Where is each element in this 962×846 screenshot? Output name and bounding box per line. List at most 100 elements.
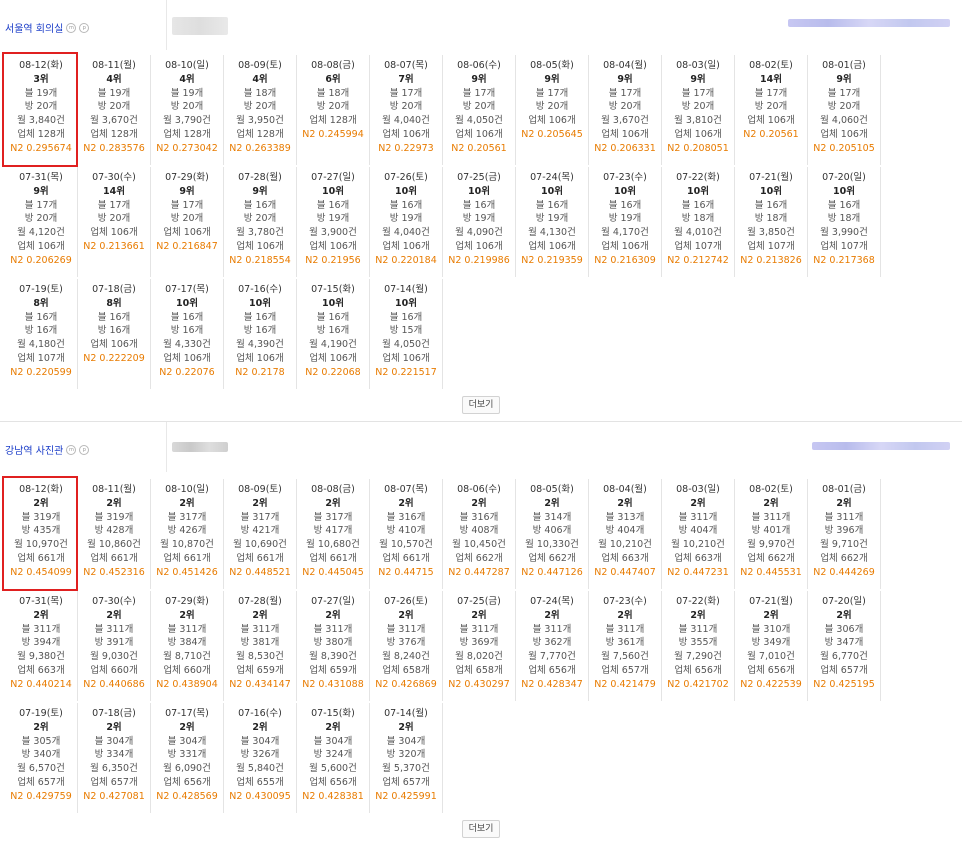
keyword-title[interactable]: 서울역 회의실 m p bbox=[5, 20, 90, 35]
cell-business-count: 업체 658개 bbox=[455, 664, 503, 676]
rank-day-cell[interactable]: 08-05(화) 9위 블 17개 방 20개 업체 106개 N2 0.205645 bbox=[516, 55, 589, 165]
rank-day-cell[interactable]: 08-05(화) 2위 블 314개 방 406개 월 10,330건 업체 662개 N2… bbox=[516, 479, 589, 589]
rank-day-cell[interactable]: 07-29(화) 9위 블 17개 방 20개 업체 106개 N2 0.216847 bbox=[151, 167, 224, 277]
cell-bang-count: 방 421개 bbox=[240, 525, 280, 537]
rank-day-cell[interactable]: 07-28(월) 2위 블 311개 방 381개 월 8,530건 업체 659개 N2 … bbox=[224, 591, 297, 701]
rank-day-cell[interactable]: 07-28(월) 9위 블 16개 방 20개 월 3,780건 업체 106개 N2 0.… bbox=[224, 167, 297, 277]
rank-day-cell[interactable]: 08-09(토) 2위 블 317개 방 421개 월 10,690건 업체 661개 N2… bbox=[224, 479, 297, 589]
rank-day-cell[interactable]: 07-21(월) 10위 블 16개 방 18개 월 3,850건 업체 107개 N2 0… bbox=[735, 167, 808, 277]
rank-day-cell[interactable]: 07-15(화) 10위 블 16개 방 16개 월 4,190건 업체 106개 N2 0… bbox=[297, 279, 370, 389]
cell-blog-count: 블 311개 bbox=[240, 623, 280, 635]
cell-bang-count: 방 20개 bbox=[462, 101, 496, 113]
rank-day-cell[interactable]: 07-24(목) 2위 블 311개 방 362개 월 7,770건 업체 656개 N2 … bbox=[516, 591, 589, 701]
rank-day-cell[interactable]: 08-06(수) 9위 블 17개 방 20개 월 4,050건 업체 106개 N2 0.… bbox=[443, 55, 516, 165]
cell-business-count: 업체 106개 bbox=[601, 240, 649, 252]
rank-day-cell[interactable]: 07-17(목) 2위 블 304개 방 331개 월 6,090건 업체 656개 N2 … bbox=[151, 703, 224, 813]
rank-day-cell[interactable]: 07-21(월) 2위 블 310개 방 349개 월 7,010건 업체 656개 N2 … bbox=[735, 591, 808, 701]
rank-day-cell[interactable]: 07-26(토) 10위 블 16개 방 19개 월 4,040건 업체 106개 N2 0… bbox=[370, 167, 443, 277]
rank-day-cell[interactable]: 08-02(토) 2위 블 311개 방 401개 월 9,970건 업체 662개 N2 … bbox=[735, 479, 808, 589]
cell-date: 07-18(금) bbox=[92, 708, 136, 719]
rank-day-cell[interactable]: 08-07(목) 2위 블 316개 방 410개 월 10,570건 업체 661개 N2… bbox=[370, 479, 443, 589]
cell-date: 08-04(월) bbox=[603, 60, 647, 71]
rank-day-cell[interactable]: 07-31(목) 2위 블 311개 방 394개 월 9,380건 업체 663개 N2 … bbox=[5, 591, 78, 701]
cell-bang-count: 방 16개 bbox=[316, 325, 350, 337]
cell-blog-count: 블 311개 bbox=[386, 623, 426, 635]
rank-day-cell[interactable]: 08-11(월) 4위 블 19개 방 20개 월 3,670건 업체 128개 N2 0.… bbox=[78, 55, 151, 165]
cell-rank: 8위 bbox=[33, 297, 49, 309]
rank-day-cell[interactable]: 08-07(목) 7위 블 17개 방 20개 월 4,040건 업체 106개 N2 0.… bbox=[370, 55, 443, 165]
rank-day-cell[interactable]: 07-25(금) 2위 블 311개 방 369개 월 8,020건 업체 658개 N2 … bbox=[443, 591, 516, 701]
rank-day-cell[interactable]: 08-09(토) 4위 블 18개 방 20개 월 3,950건 업체 128개 N2 0.… bbox=[224, 55, 297, 165]
cell-blog-count: 블 304개 bbox=[313, 735, 353, 747]
rank-day-cell[interactable]: 07-18(금) 2위 블 304개 방 334개 월 6,350건 업체 657개 N2 … bbox=[78, 703, 151, 813]
rank-day-cell[interactable]: 07-22(화) 2위 블 311개 방 355개 월 7,290건 업체 656개 N2 … bbox=[662, 591, 735, 701]
rank-day-cell[interactable]: 07-15(화) 2위 블 304개 방 324개 월 5,600건 업체 656개 N2 … bbox=[297, 703, 370, 813]
cell-rank: 2위 bbox=[763, 497, 779, 509]
rank-day-cell[interactable]: 07-19(토) 2위 블 305개 방 340개 월 6,570건 업체 657개 N2 … bbox=[5, 703, 78, 813]
cell-blog-count: 블 311개 bbox=[824, 511, 864, 523]
rank-day-cell[interactable]: 07-23(수) 10위 블 16개 방 19개 월 4,170건 업체 106개 N2 0… bbox=[589, 167, 662, 277]
rank-day-cell[interactable]: 07-20(일) 2위 블 306개 방 347개 월 6,770건 업체 657개 N2 … bbox=[808, 591, 881, 701]
rank-day-cell[interactable]: 08-12(화) 3위 블 19개 방 20개 월 3,840건 업체 128개 N2 0.… bbox=[2, 52, 78, 167]
rank-day-cell[interactable]: 07-30(수) 14위 블 17개 방 20개 업체 106개 N2 0.213661 bbox=[78, 167, 151, 277]
cell-monthly-search: 업체 106개 bbox=[163, 227, 211, 239]
rank-day-cell[interactable]: 07-29(화) 2위 블 311개 방 384개 월 8,710건 업체 660개 N2 … bbox=[151, 591, 224, 701]
rank-day-cell[interactable]: 07-16(수) 2위 블 304개 방 326개 월 5,840건 업체 655개 N2 … bbox=[224, 703, 297, 813]
rank-day-cell[interactable]: 08-06(수) 2위 블 316개 방 408개 월 10,450건 업체 662개 N2… bbox=[443, 479, 516, 589]
cell-business-count: 업체 106개 bbox=[382, 128, 430, 140]
cell-monthly-search: 월 10,210건 bbox=[671, 539, 725, 551]
rank-day-cell[interactable]: 07-23(수) 2위 블 311개 방 361개 월 7,560건 업체 657개 N2 … bbox=[589, 591, 662, 701]
rank-day-cell[interactable]: 08-08(금) 2위 블 317개 방 417개 월 10,680건 업체 661개 N2… bbox=[297, 479, 370, 589]
cell-rank: 10위 bbox=[833, 185, 855, 197]
cell-monthly-search: 월 8,530건 bbox=[236, 651, 284, 663]
rank-day-cell[interactable]: 08-10(일) 2위 블 317개 방 426개 월 10,870건 업체 661개 N2… bbox=[151, 479, 224, 589]
cell-rank: 9위 bbox=[690, 73, 706, 85]
cell-business-count: 업체 663개 bbox=[17, 664, 65, 676]
cell-bang-count: 방 20개 bbox=[535, 101, 569, 113]
cell-monthly-search: 월 7,290건 bbox=[674, 651, 722, 663]
rank-day-cell[interactable]: 07-22(화) 10위 블 16개 방 18개 월 4,010건 업체 107개 N2 0… bbox=[662, 167, 735, 277]
rank-day-cell[interactable]: 08-10(일) 4위 블 19개 방 20개 월 3,790건 업체 128개 N2 0.… bbox=[151, 55, 224, 165]
rank-day-cell[interactable]: 08-03(일) 2위 블 311개 방 404개 월 10,210건 업체 663개 N2… bbox=[662, 479, 735, 589]
rank-day-cell[interactable]: 07-27(일) 10위 블 16개 방 19개 월 3,900건 업체 106개 N2 0… bbox=[297, 167, 370, 277]
rank-day-cell[interactable]: 08-04(월) 9위 블 17개 방 20개 월 3,670건 업체 106개 N2 0.… bbox=[589, 55, 662, 165]
rank-day-cell[interactable]: 07-16(수) 10위 블 16개 방 16개 월 4,390건 업체 106개 N2 0… bbox=[224, 279, 297, 389]
rank-day-cell[interactable]: 07-25(금) 10위 블 16개 방 19개 월 4,090건 업체 106개 N2 0… bbox=[443, 167, 516, 277]
cell-monthly-search: 월 3,950건 bbox=[236, 115, 284, 127]
rank-day-cell[interactable]: 07-31(목) 9위 블 17개 방 20개 월 4,120건 업체 106개 N2 0.… bbox=[5, 167, 78, 277]
rank-day-cell[interactable]: 08-03(일) 9위 블 17개 방 20개 월 3,810건 업체 106개 N2 0.… bbox=[662, 55, 735, 165]
rank-day-cell[interactable]: 07-20(일) 10위 블 16개 방 18개 월 3,990건 업체 107개 N2 0… bbox=[808, 167, 881, 277]
p-icon: p bbox=[79, 22, 90, 33]
rank-day-cell[interactable]: 07-27(일) 2위 블 311개 방 380개 월 8,390건 업체 659개 N2 … bbox=[297, 591, 370, 701]
cell-n2-score: N2 0.447231 bbox=[667, 566, 729, 578]
rank-day-cell[interactable]: 07-30(수) 2위 블 311개 방 391개 월 9,030건 업체 660개 N2 … bbox=[78, 591, 151, 701]
rank-day-cell[interactable]: 08-11(월) 2위 블 319개 방 428개 월 10,860건 업체 661개 N2… bbox=[78, 479, 151, 589]
rank-day-cell[interactable]: 07-18(금) 8위 블 16개 방 16개 업체 106개 N2 0.222209 bbox=[78, 279, 151, 389]
rank-day-cell[interactable]: 08-01(금) 9위 블 17개 방 20개 월 4,060건 업체 106개 N2 0.… bbox=[808, 55, 881, 165]
cell-bang-count: 방 406개 bbox=[532, 525, 572, 537]
keyword-title[interactable]: 강남역 사진관 m p bbox=[5, 442, 90, 457]
rank-day-cell[interactable]: 07-26(토) 2위 블 311개 방 376개 월 8,240건 업체 658개 N2 … bbox=[370, 591, 443, 701]
cell-rank: 8위 bbox=[106, 297, 122, 309]
cell-date: 07-27(일) bbox=[311, 596, 355, 607]
rank-day-cell[interactable]: 08-01(금) 2위 블 311개 방 396개 월 9,710건 업체 662개 N2 … bbox=[808, 479, 881, 589]
cell-blog-count: 블 314개 bbox=[532, 511, 572, 523]
rank-day-cell[interactable]: 07-14(월) 10위 블 16개 방 15개 월 4,050건 업체 106개 N2 0… bbox=[370, 279, 443, 389]
cell-business-count: 업체 106개 bbox=[674, 128, 722, 140]
cell-blog-count: 블 311개 bbox=[21, 623, 61, 635]
rank-day-cell[interactable]: 08-04(월) 2위 블 313개 방 404개 월 10,210건 업체 663개 N2… bbox=[589, 479, 662, 589]
rank-day-cell[interactable]: 07-14(월) 2위 블 304개 방 320개 월 5,370건 업체 657개 N2 … bbox=[370, 703, 443, 813]
cell-n2-score: N2 0.219359 bbox=[521, 254, 583, 266]
rank-day-cell[interactable]: 08-02(토) 14위 블 17개 방 20개 업체 106개 N2 0.20561 bbox=[735, 55, 808, 165]
rank-day-cell[interactable]: 07-24(목) 10위 블 16개 방 19개 월 4,130건 업체 106개 N2 0… bbox=[516, 167, 589, 277]
rank-day-cell[interactable]: 08-12(화) 2위 블 319개 방 435개 월 10,970건 업체 661개 N2… bbox=[2, 476, 78, 591]
rank-day-cell[interactable]: 07-19(토) 8위 블 16개 방 16개 월 4,180건 업체 107개 N2 0.… bbox=[5, 279, 78, 389]
cell-business-count: 업체 662개 bbox=[747, 552, 795, 564]
more-button[interactable]: 더보기 bbox=[462, 820, 500, 838]
rank-day-cell[interactable]: 08-08(금) 6위 블 18개 방 20개 업체 128개 N2 0.245994 bbox=[297, 55, 370, 165]
rank-day-cell[interactable]: 07-17(목) 10위 블 16개 방 16개 월 4,330건 업체 106개 N2 0… bbox=[151, 279, 224, 389]
cell-date: 07-30(수) bbox=[92, 596, 136, 607]
cell-date: 08-09(토) bbox=[238, 60, 282, 71]
more-button[interactable]: 더보기 bbox=[462, 396, 500, 414]
cell-rank: 2위 bbox=[690, 497, 706, 509]
